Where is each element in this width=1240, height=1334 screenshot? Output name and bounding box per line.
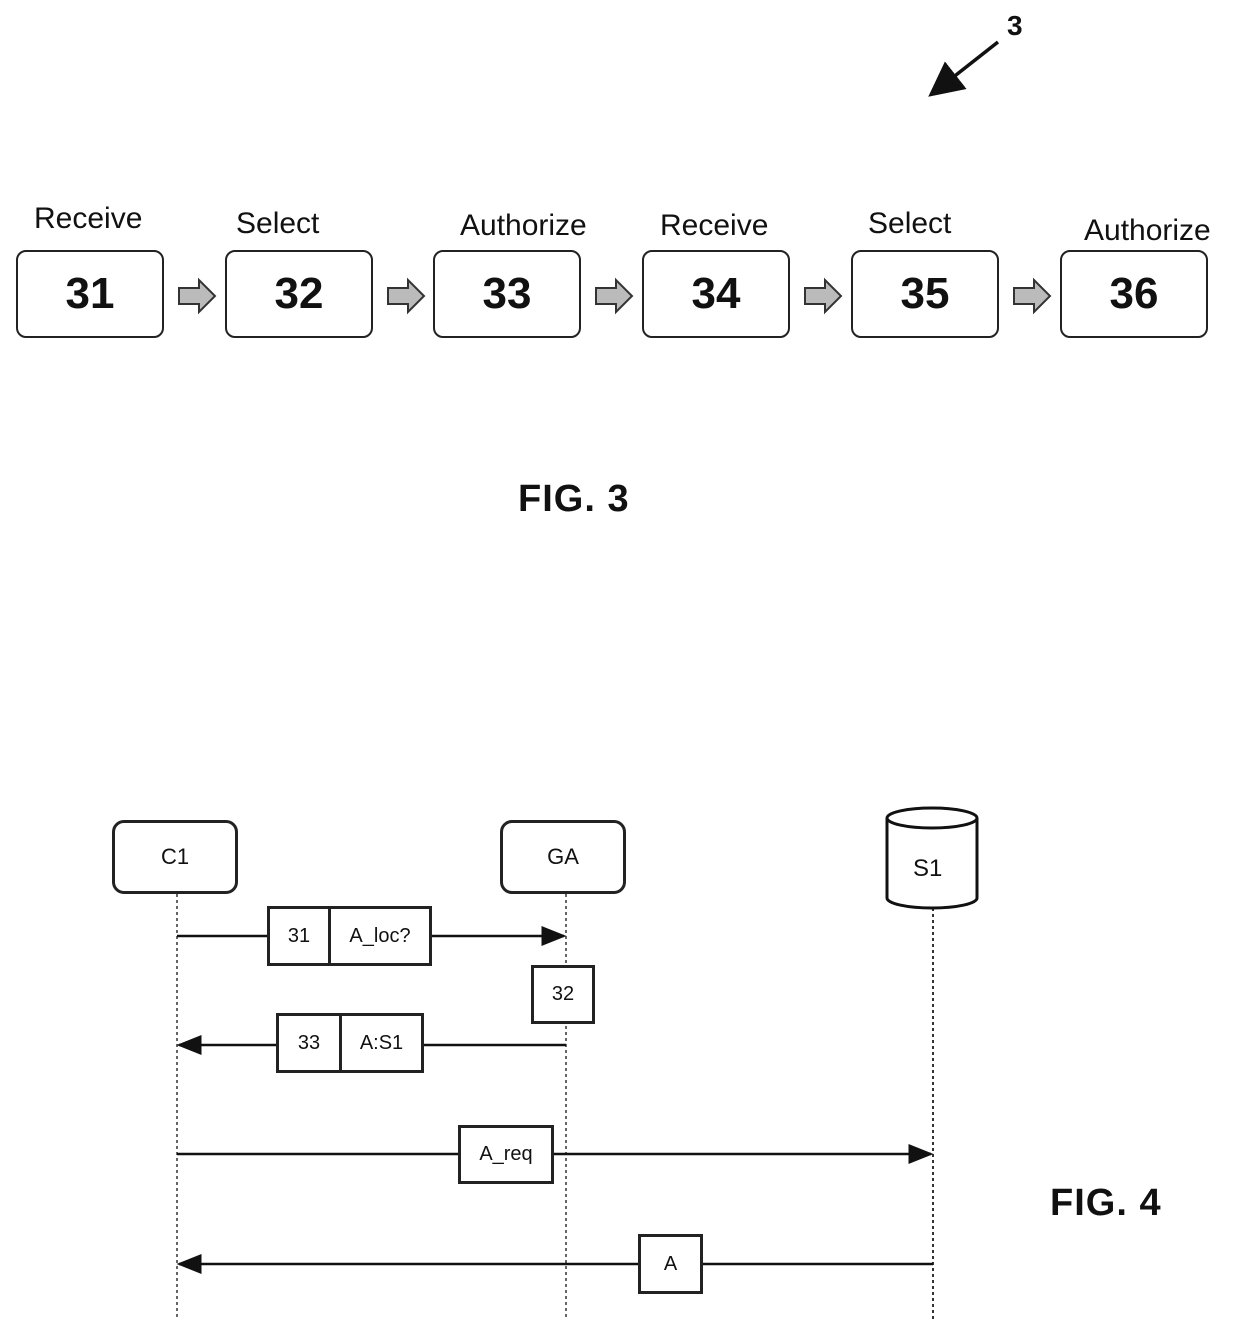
fig4-caption: FIG. 4 bbox=[1050, 1182, 1162, 1224]
message-step: 32 bbox=[531, 965, 595, 1024]
message-label: A_loc? bbox=[328, 906, 432, 966]
message-label: A:S1 bbox=[339, 1013, 424, 1073]
message-step: 31 bbox=[267, 906, 331, 966]
actor-ga: GA bbox=[500, 820, 626, 894]
message-label: A_req bbox=[458, 1125, 554, 1184]
message-label: A bbox=[638, 1234, 703, 1294]
actor-c1: C1 bbox=[112, 820, 238, 894]
sequence-lines bbox=[176, 806, 979, 1320]
actor-s1: S1 bbox=[913, 855, 943, 882]
message-step: 33 bbox=[276, 1013, 342, 1073]
